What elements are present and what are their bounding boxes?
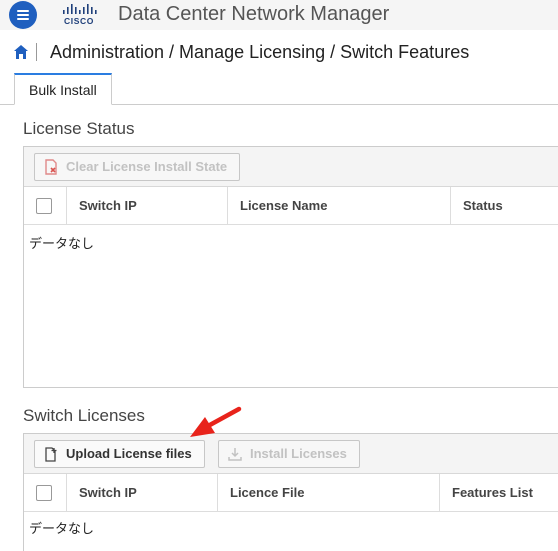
license-status-table-header: Switch IP License Name Status [24,187,558,225]
column-header-status[interactable]: Status [463,187,503,225]
clear-state-icon [45,159,57,175]
license-status-title: License Status [23,119,135,138]
switch-licenses-title: Switch Licenses [23,406,145,425]
switch-licenses-table-header: Switch IP Licence File Features List [24,474,558,512]
upload-license-label: Upload License files [66,446,192,461]
install-licenses-label: Install Licenses [250,446,347,461]
license-status-panel: Clear License Install State Switch IP Li… [23,146,558,388]
column-header-switch-ip[interactable]: Switch IP [79,187,137,225]
column-header-license-name[interactable]: License Name [240,187,327,225]
app-header: CISCO Data Center Network Manager [0,0,558,30]
empty-table-message: データなし [29,521,95,536]
clear-license-install-state-button[interactable]: Clear License Install State [34,153,241,181]
column-header-switch-ip[interactable]: Switch IP [79,474,137,512]
app-title: Data Center Network Manager [118,3,390,25]
tab-bar: Bulk Install [0,73,558,105]
select-all-checkbox[interactable] [36,198,52,214]
clear-license-label: Clear License Install State [66,159,228,174]
download-install-icon [228,448,242,461]
switch-licenses-toolbar: Upload License files Install Licenses [24,434,558,474]
select-all-checkbox[interactable] [36,485,52,501]
tab-bulk-install[interactable]: Bulk Install [14,73,112,105]
upload-file-icon [45,447,57,462]
page-title: Administration / Manage Licensing / Swit… [50,42,470,62]
empty-table-message: データなし [29,236,95,251]
breadcrumb-separator [36,43,37,61]
hamburger-menu-icon[interactable] [9,1,37,29]
column-header-licence-file[interactable]: Licence File [230,474,304,512]
home-icon[interactable] [13,44,29,60]
license-status-toolbar: Clear License Install State [24,147,558,187]
breadcrumb: Administration / Manage Licensing / Swit… [0,36,558,70]
svg-text:CISCO: CISCO [64,16,94,26]
column-header-features-list[interactable]: Features List [452,474,533,512]
cisco-logo: CISCO [63,4,97,26]
switch-licenses-panel: Upload License files Install Licenses Sw… [23,433,558,551]
red-pointer-arrow-icon [190,406,242,437]
